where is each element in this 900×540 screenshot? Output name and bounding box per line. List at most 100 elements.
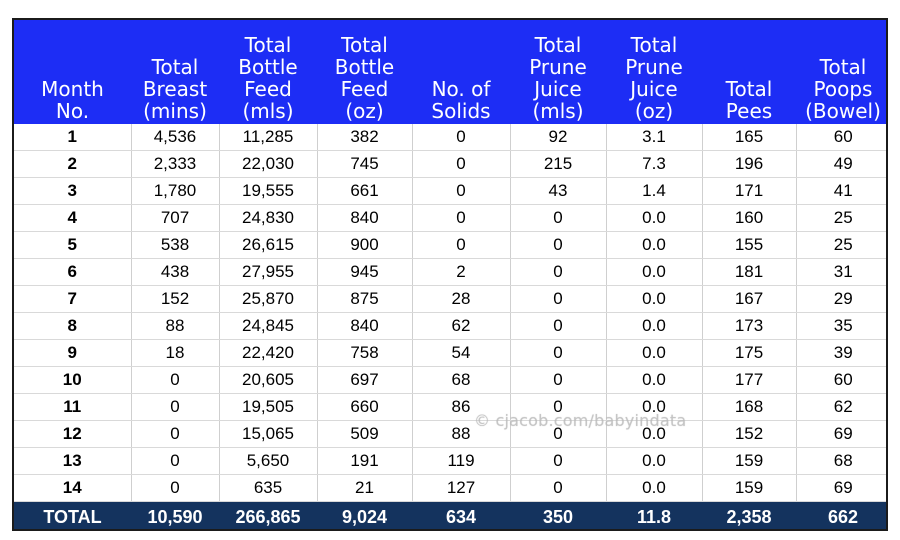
table-cell: 1.4 — [606, 177, 703, 205]
table-row: 4 707 24,830 840 0 0 0.0 160 25 — [14, 204, 886, 232]
table-cell: 54 — [412, 339, 511, 367]
column-header-line: Solids — [431, 99, 491, 123]
table-cell: 875 — [317, 285, 413, 313]
column-header: Total Bottle Feed (oz) — [317, 20, 412, 124]
table-cell: 0 — [510, 393, 607, 421]
table-cell: 538 — [131, 231, 220, 259]
column-header-line: Prune — [529, 55, 587, 79]
total-cell: 634 — [412, 501, 510, 529]
column-header: Total Pees — [702, 20, 796, 124]
table-cell: 0.0 — [606, 339, 703, 367]
table-cell: 0 — [510, 204, 607, 232]
table-cell: 165 — [702, 124, 797, 151]
table-cell: 18 — [131, 339, 220, 367]
table-cell: 24,830 — [219, 204, 318, 232]
table-cell: 840 — [317, 312, 413, 340]
table-cell: 0.0 — [606, 258, 703, 286]
table-cell: 152 — [131, 285, 220, 313]
table-row: 8 88 24,845 840 62 0 0.0 173 35 — [14, 312, 886, 340]
table-cell: 127 — [412, 474, 511, 502]
table-cell: 758 — [317, 339, 413, 367]
table-cell: 26,615 — [219, 231, 318, 259]
table-cell: 88 — [412, 420, 511, 448]
table-cell: 29 — [796, 285, 886, 313]
column-header-line: (Bowel) — [805, 99, 881, 123]
table-cell: 92 — [510, 124, 607, 151]
table-cell: 5,650 — [219, 447, 318, 475]
table-cell: 840 — [317, 204, 413, 232]
table-cell: 382 — [317, 124, 413, 151]
table-row: 11 0 19,505 660 86 0 0.0 168 62 — [14, 393, 886, 421]
column-header-line: Feed — [340, 77, 389, 101]
table-cell: 31 — [796, 258, 886, 286]
table-cell: 0 — [510, 285, 607, 313]
table-cell: 35 — [796, 312, 886, 340]
table-cell: 0 — [412, 231, 511, 259]
column-header-line: Total — [244, 33, 292, 57]
table-row: 10 0 20,605 697 68 0 0.0 177 60 — [14, 366, 886, 394]
table-cell: 0.0 — [606, 474, 703, 502]
table-cell: 177 — [702, 366, 797, 394]
table-cell: 22,030 — [219, 150, 318, 178]
column-header-line: Total — [534, 33, 582, 57]
table-cell: 660 — [317, 393, 413, 421]
table-cell: 60 — [796, 366, 886, 394]
table-cell: 661 — [317, 177, 413, 205]
table-cell: 60 — [796, 124, 886, 151]
month-cell: 3 — [14, 177, 132, 205]
column-header-line: Total — [630, 33, 678, 57]
month-cell: 9 — [14, 339, 132, 367]
table-cell: 438 — [131, 258, 220, 286]
total-cell: 350 — [510, 501, 606, 529]
column-header: Month No. — [14, 20, 131, 124]
table-cell: 0.0 — [606, 312, 703, 340]
table-cell: 509 — [317, 420, 413, 448]
table-row: 1 4,536 11,285 382 0 92 3.1 165 60 — [14, 124, 886, 151]
column-header: Total Prune Juice (mls) — [510, 20, 606, 124]
table-cell: 0 — [131, 393, 220, 421]
table-cell: 945 — [317, 258, 413, 286]
table-cell: 119 — [412, 447, 511, 475]
table-cell: 152 — [702, 420, 797, 448]
table-row: 7 152 25,870 875 28 0 0.0 167 29 — [14, 285, 886, 313]
column-header-line: No. of — [431, 77, 491, 101]
table-cell: 0 — [510, 420, 607, 448]
table-cell: 43 — [510, 177, 607, 205]
total-cell: 2,358 — [702, 501, 796, 529]
table-row: 3 1,780 19,555 661 0 43 1.4 171 41 — [14, 177, 886, 205]
month-cell: 10 — [14, 366, 132, 394]
column-header-line: Month — [41, 77, 104, 101]
table-cell: 68 — [412, 366, 511, 394]
table-cell: 0 — [510, 339, 607, 367]
table-cell: 0 — [131, 447, 220, 475]
table-cell: 4,536 — [131, 124, 220, 151]
column-header-line: Bottle — [334, 55, 395, 79]
table-cell: 49 — [796, 150, 886, 178]
data-table-frame: Month No. Total Breast (mins) Total Bottle Feed… — [12, 18, 888, 531]
total-cell: 266,865 — [219, 501, 317, 529]
table-cell: 0 — [412, 124, 511, 151]
table-cell: 41 — [796, 177, 886, 205]
table-row: 6 438 27,955 945 2 0 0.0 181 31 — [14, 258, 886, 286]
table-cell: 69 — [796, 420, 886, 448]
column-header: Total Breast (mins) — [131, 20, 219, 124]
table-cell: 0.0 — [606, 420, 703, 448]
table-cell: 21 — [317, 474, 413, 502]
table-cell: 0.0 — [606, 447, 703, 475]
table-row: 13 0 5,650 191 119 0 0.0 159 68 — [14, 447, 886, 475]
month-cell: 12 — [14, 420, 132, 448]
table-cell: 745 — [317, 150, 413, 178]
table-cell: 2 — [412, 258, 511, 286]
column-header: Total Prune Juice (oz) — [606, 20, 702, 124]
total-cell: 10,590 — [131, 501, 219, 529]
table-cell: 22,420 — [219, 339, 318, 367]
column-header-line: (mins) — [143, 99, 207, 123]
table-cell: 175 — [702, 339, 797, 367]
column-header-line: Total — [819, 55, 867, 79]
table-cell: 19,555 — [219, 177, 318, 205]
table-cell: 0.0 — [606, 366, 703, 394]
column-header: No. of Solids — [412, 20, 510, 124]
month-cell: 6 — [14, 258, 132, 286]
table-cell: 69 — [796, 474, 886, 502]
month-cell: 4 — [14, 204, 132, 232]
